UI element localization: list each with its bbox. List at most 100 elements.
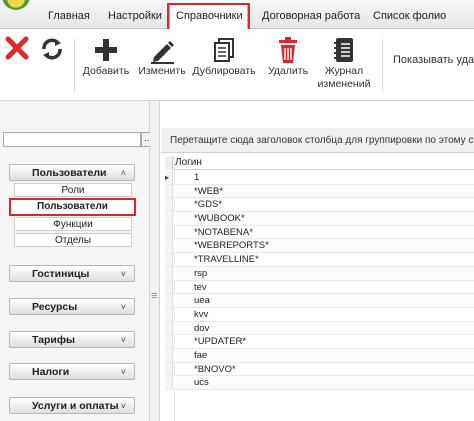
row-selector[interactable] <box>165 294 173 307</box>
group-rates-label: Тарифы <box>32 334 76 346</box>
table-row[interactable]: *WUBOOK* <box>165 212 474 226</box>
chevron-down-icon: ˅ <box>120 269 126 279</box>
table-row[interactable]: kvv <box>165 307 474 322</box>
delete-button-label: Удалить <box>267 65 309 77</box>
row-selector[interactable] <box>165 253 173 266</box>
duplicate-button[interactable]: Дублировать <box>192 29 256 101</box>
change-log-button[interactable]: Журнал изменений <box>316 29 372 101</box>
tab-settings[interactable]: Настройки <box>102 5 168 27</box>
group-rates[interactable]: Тарифы ˅ <box>9 331 135 348</box>
group-hotels-label: Гостиницы <box>32 268 90 280</box>
row-selector[interactable] <box>165 212 173 225</box>
row-selector[interactable] <box>165 348 173 362</box>
nav-item-functions[interactable]: Функции <box>14 217 132 231</box>
row-selector[interactable] <box>165 184 173 198</box>
table-row[interactable]: fae <box>165 348 474 363</box>
row-selector[interactable] <box>165 198 173 212</box>
table-row[interactable]: dov <box>165 321 474 336</box>
journal-icon <box>329 35 359 65</box>
row-selector[interactable] <box>165 239 173 253</box>
cell-login: *NOTABENA* <box>194 226 253 238</box>
navigation-panel: ... Пользователи ˄ Роли Пользователи Фун… <box>0 101 155 421</box>
row-selector[interactable] <box>165 307 173 321</box>
group-hotels[interactable]: Гостиницы ˅ <box>9 265 135 282</box>
add-button-label: Добавить <box>82 65 130 77</box>
group-users[interactable]: Пользователи ˄ <box>9 164 135 181</box>
pencil-icon <box>147 35 177 65</box>
cell-login: 1 <box>194 172 200 183</box>
show-deleted-label[interactable]: Показывать уда <box>393 54 474 66</box>
close-icon[interactable] <box>4 35 38 65</box>
users-grid: Перетащите сюда заголовок столбца для гр… <box>161 101 474 421</box>
group-services-payments[interactable]: Услуги и оплаты ˅ <box>9 397 135 414</box>
edit-button[interactable]: Изменить <box>136 29 188 101</box>
refresh-icon[interactable] <box>38 35 72 65</box>
group-by-hint[interactable]: Перетащите сюда заголовок столбца для гр… <box>161 128 474 153</box>
search-input[interactable] <box>3 132 141 147</box>
nav-item-roles[interactable]: Роли <box>14 183 132 197</box>
tab-contracts[interactable]: Договорная работа <box>256 5 366 27</box>
cell-login: *WUBOOK* <box>194 213 245 225</box>
table-row[interactable]: rsp <box>165 266 474 281</box>
tab-home[interactable]: Главная <box>42 5 96 27</box>
cell-login: *WEB* <box>194 185 224 197</box>
row-selector-header <box>165 156 173 170</box>
duplicate-button-label: Дублировать <box>192 65 256 77</box>
row-selector[interactable] <box>165 280 173 294</box>
cell-login: fae <box>194 349 208 361</box>
table-row[interactable]: *GDS* <box>165 198 474 213</box>
menu-bar: Главная Настройки Справочники Договорная… <box>0 0 474 29</box>
group-users-label: Пользователи <box>32 167 107 179</box>
table-row[interactable]: ucs <box>165 376 474 390</box>
row-selector[interactable] <box>165 362 173 376</box>
tab-directories[interactable]: Справочники <box>169 4 248 29</box>
cell-login: *BNOVO* <box>194 363 236 375</box>
cell-login: uea <box>194 295 210 307</box>
row-selector[interactable] <box>165 225 173 239</box>
row-selector[interactable] <box>165 171 173 184</box>
table-row[interactable]: *UPDATER* <box>165 335 474 349</box>
table-row[interactable]: uea <box>165 294 474 308</box>
add-button[interactable]: Добавить <box>80 29 132 101</box>
panel-splitter[interactable]: ≡ <box>150 101 160 421</box>
edit-button-label: Изменить <box>138 65 186 77</box>
ribbon-separator <box>74 39 75 91</box>
row-selector[interactable] <box>165 321 173 335</box>
grid-body: 1 *WEB* *GDS* *WUBOOK**NOTABENA* *WEBREPORTS… <box>165 171 474 390</box>
nav-item-departments[interactable]: Отделы <box>14 233 132 247</box>
row-selector[interactable] <box>165 335 173 348</box>
table-row[interactable]: *WEB* <box>165 184 474 199</box>
change-log-label-line1: Журнал <box>324 65 364 77</box>
splitter-grip-icon: ≡ <box>151 290 158 302</box>
grid-header: Логин <box>165 156 474 170</box>
column-header-login[interactable]: Логин <box>175 156 202 170</box>
cell-login: ucs <box>194 377 209 389</box>
table-row[interactable]: *BNOVO* <box>165 362 474 377</box>
row-selector[interactable] <box>165 376 173 389</box>
table-row[interactable]: tev <box>165 280 474 295</box>
change-log-button-label: Журнал изменений <box>316 65 372 91</box>
table-row[interactable]: 1 <box>165 171 474 185</box>
chevron-down-icon: ˅ <box>120 401 126 411</box>
delete-button[interactable]: Удалить <box>262 29 314 101</box>
group-taxes[interactable]: Налоги ˅ <box>9 363 135 380</box>
group-taxes-label: Налоги <box>32 366 70 378</box>
tab-folio-list[interactable]: Список фолио <box>367 5 452 27</box>
group-resources[interactable]: Ресурсы ˅ <box>9 298 135 315</box>
chevron-down-icon: ˅ <box>120 302 126 312</box>
group-resources-label: Ресурсы <box>32 301 78 313</box>
nav-item-users[interactable]: Пользователи <box>9 198 136 216</box>
cell-login: tev <box>194 281 207 293</box>
table-row[interactable]: *NOTABENA* <box>165 225 474 240</box>
ribbon-separator <box>382 39 383 91</box>
ribbon: Добавить Изменить Дублировать Удалить Жу… <box>0 29 474 101</box>
group-services-label: Услуги и оплаты <box>32 400 119 412</box>
app-logo[interactable] <box>0 0 30 14</box>
cell-login: kvv <box>194 308 209 320</box>
table-row[interactable]: *TRAVELLINE* <box>165 253 474 267</box>
chevron-up-icon: ˄ <box>120 168 126 178</box>
table-row[interactable]: *WEBREPORTS* <box>165 239 474 254</box>
row-selector[interactable] <box>165 266 173 280</box>
cell-login: rsp <box>194 267 208 279</box>
cell-login: *TRAVELLINE* <box>194 254 259 266</box>
